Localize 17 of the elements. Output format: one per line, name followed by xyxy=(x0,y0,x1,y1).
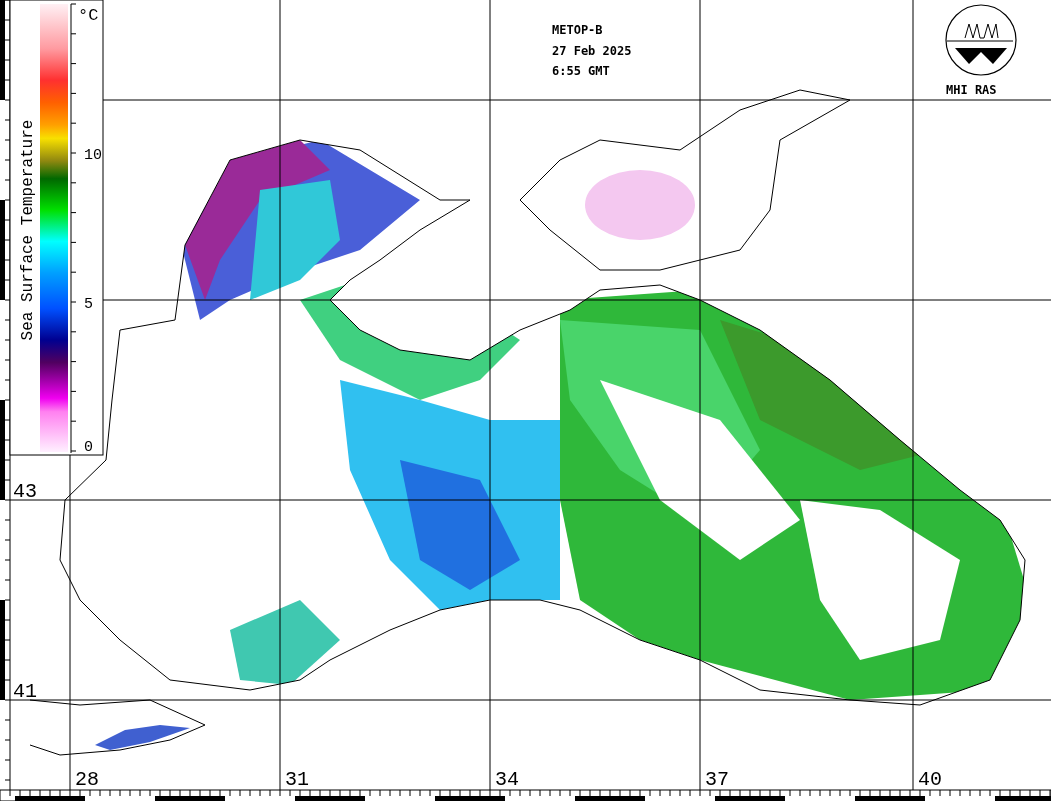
unit-label: °C xyxy=(78,6,99,25)
latitude-label: 41 xyxy=(13,680,37,703)
satellite-name: METOP-B xyxy=(552,23,603,37)
legend-title: Sea Surface Temperature xyxy=(19,119,37,341)
longitude-label: 31 xyxy=(285,768,309,791)
longitude-label: 40 xyxy=(918,768,942,791)
legend-tick-label: 10 xyxy=(84,147,102,164)
legend-tick-label: 5 xyxy=(84,296,93,313)
longitude-label: 34 xyxy=(495,768,519,791)
latitude-label: 43 xyxy=(13,480,37,503)
longitude-label: 28 xyxy=(75,768,99,791)
legend-tick-label: 0 xyxy=(84,439,93,456)
longitude-label: 37 xyxy=(705,768,729,791)
image-date: 27 Feb 2025 xyxy=(552,44,632,58)
logo-caption: MHI RAS xyxy=(946,83,997,97)
image-time: 6:55 GMT xyxy=(552,64,610,78)
logo-icon xyxy=(945,4,1017,76)
